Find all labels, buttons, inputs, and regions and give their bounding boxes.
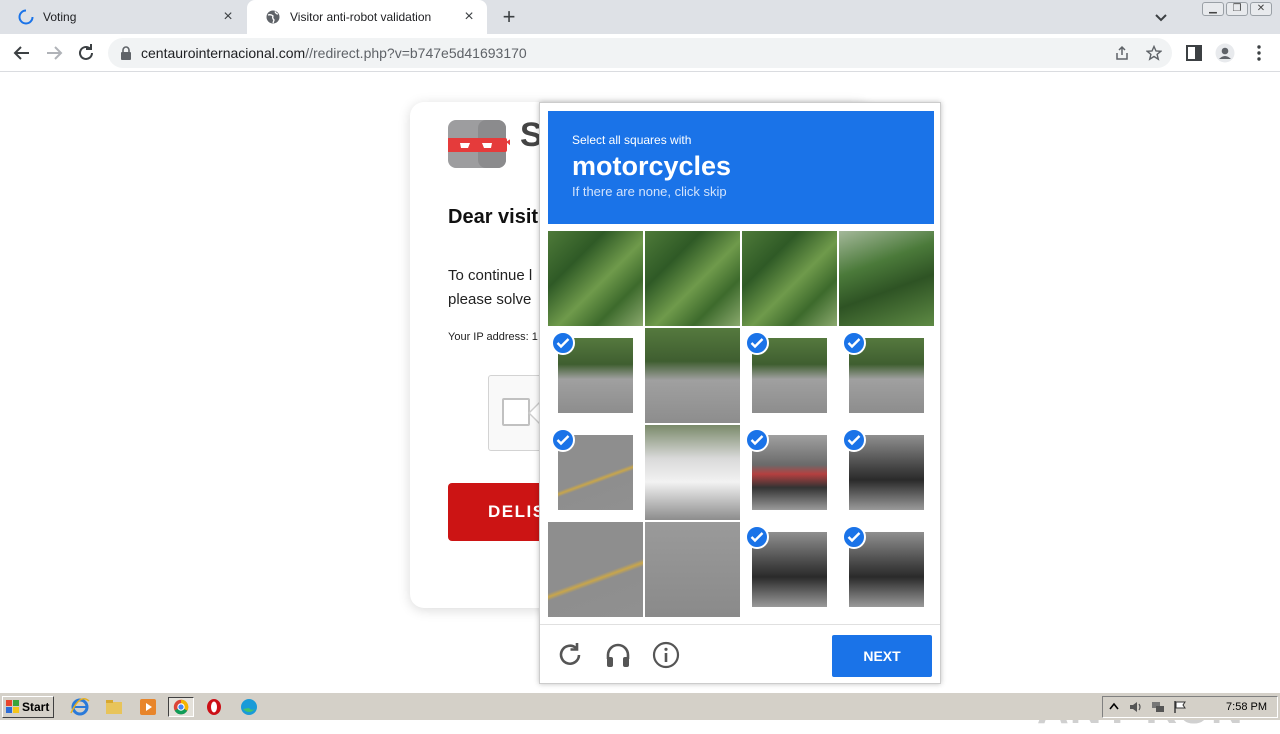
flag-icon[interactable] [1173,700,1187,714]
captcha-tile[interactable] [742,328,837,423]
close-tab-icon[interactable]: × [220,9,236,25]
skip-hint-text: If there are none, click skip [572,184,727,199]
opera-icon[interactable] [203,697,225,717]
reload-icon[interactable] [556,641,584,669]
image-grid [548,231,936,619]
captcha-tile[interactable] [645,231,740,326]
tile-image [645,425,740,520]
media-player-icon[interactable] [137,697,159,717]
url-text: centaurointernacional.com//redirect.php?… [141,45,527,61]
checkmark-icon [842,525,866,549]
forward-arrow-icon[interactable] [43,42,65,64]
share-icon[interactable] [1114,45,1130,61]
instructions-line-1: To continue l [448,267,533,284]
captcha-tile[interactable] [742,522,837,617]
captcha-challenge-popup: Select all squares with motorcycles If t… [539,102,941,684]
captcha-tile[interactable] [742,425,837,520]
instruction-text: Select all squares with [572,133,692,147]
url-host: centaurointernacional.com [141,45,306,61]
explorer-icon[interactable] [103,697,125,717]
tile-image [645,328,740,423]
edge-icon[interactable] [238,697,260,717]
ie-icon[interactable] [69,697,91,717]
address-bar[interactable]: centaurointernacional.com//redirect.php?… [108,38,1172,68]
tile-image [645,231,740,326]
close-tab-icon[interactable]: × [461,9,477,25]
tab-title: Visitor anti-robot validation [290,10,432,24]
start-button[interactable]: Start [2,696,54,718]
checkmark-icon [842,428,866,452]
ninja-logo-icon [448,120,510,168]
greeting-heading: Dear visit [448,206,539,228]
checkmark-icon [842,331,866,355]
captcha-tile[interactable] [839,328,934,423]
reload-icon[interactable] [75,42,97,64]
tile-image [548,522,643,617]
taskbar: Start 7:58 PM [0,692,1280,720]
audio-icon[interactable] [604,641,632,669]
minimize-button[interactable]: ▁ [1202,2,1224,16]
chrome-icon[interactable] [168,697,194,717]
tray-expand-icon[interactable] [1107,700,1121,714]
clock: 7:58 PM [1226,701,1267,713]
window-controls: ▁ ❐ ✕ [1202,2,1272,16]
captcha-tile[interactable] [645,425,740,520]
tile-image [839,231,934,326]
next-button[interactable]: NEXT [832,635,932,677]
start-label: Start [22,700,50,714]
volume-icon[interactable] [1129,700,1143,714]
captcha-tile[interactable] [645,328,740,423]
captcha-tile[interactable] [548,231,643,326]
captcha-tile[interactable] [742,231,837,326]
checkmark-icon [551,331,575,355]
profile-icon[interactable] [1215,43,1235,63]
close-window-button[interactable]: ✕ [1250,2,1272,16]
captcha-tile[interactable] [548,328,643,423]
tab-anti-robot[interactable]: Visitor anti-robot validation × [247,0,487,34]
checkmark-icon [551,428,575,452]
browser-toolbar: centaurointernacional.com//redirect.php?… [0,34,1280,72]
challenge-footer: NEXT [540,624,940,684]
captcha-tile[interactable] [645,522,740,617]
back-arrow-icon[interactable] [11,42,33,64]
windows-flag-icon [6,700,19,713]
lock-icon [121,46,131,60]
info-icon[interactable] [652,641,680,669]
menu-icon[interactable] [1249,43,1269,63]
tab-strip: Voting × Visitor anti-robot validation ×… [0,0,1280,34]
target-object-text: motorcycles [572,151,732,181]
not-robot-checkbox[interactable] [502,398,530,426]
network-icon[interactable] [1151,700,1165,714]
captcha-tile[interactable] [839,425,934,520]
challenge-prompt: Select all squares with motorcycles If t… [548,111,934,224]
captcha-tile[interactable] [548,425,643,520]
tile-image [742,231,837,326]
restore-button[interactable]: ❐ [1226,2,1248,16]
star-icon[interactable] [1146,45,1162,61]
tile-image [548,231,643,326]
checkmark-icon [745,428,769,452]
tile-image [645,522,740,617]
captcha-tile[interactable] [839,522,934,617]
new-tab-button[interactable]: + [498,6,520,28]
tab-title: Voting [43,10,77,24]
globe-icon [266,10,280,24]
captcha-tile[interactable] [548,522,643,617]
loading-spinner-icon [18,9,34,25]
ip-address-label: Your IP address: 1 [448,331,538,343]
url-path: //redirect.php?v=b747e5d41693170 [305,45,527,61]
instructions-text: To continue l please solve [448,264,532,312]
sidepanel-icon[interactable] [1184,43,1204,63]
system-tray: 7:58 PM [1102,696,1278,718]
checkmark-icon [745,525,769,549]
checkmark-icon [745,331,769,355]
captcha-tile[interactable] [839,231,934,326]
instructions-line-2: please solve [448,291,532,308]
tab-voting[interactable]: Voting × [0,0,246,34]
chevron-down-icon[interactable] [1152,8,1170,26]
